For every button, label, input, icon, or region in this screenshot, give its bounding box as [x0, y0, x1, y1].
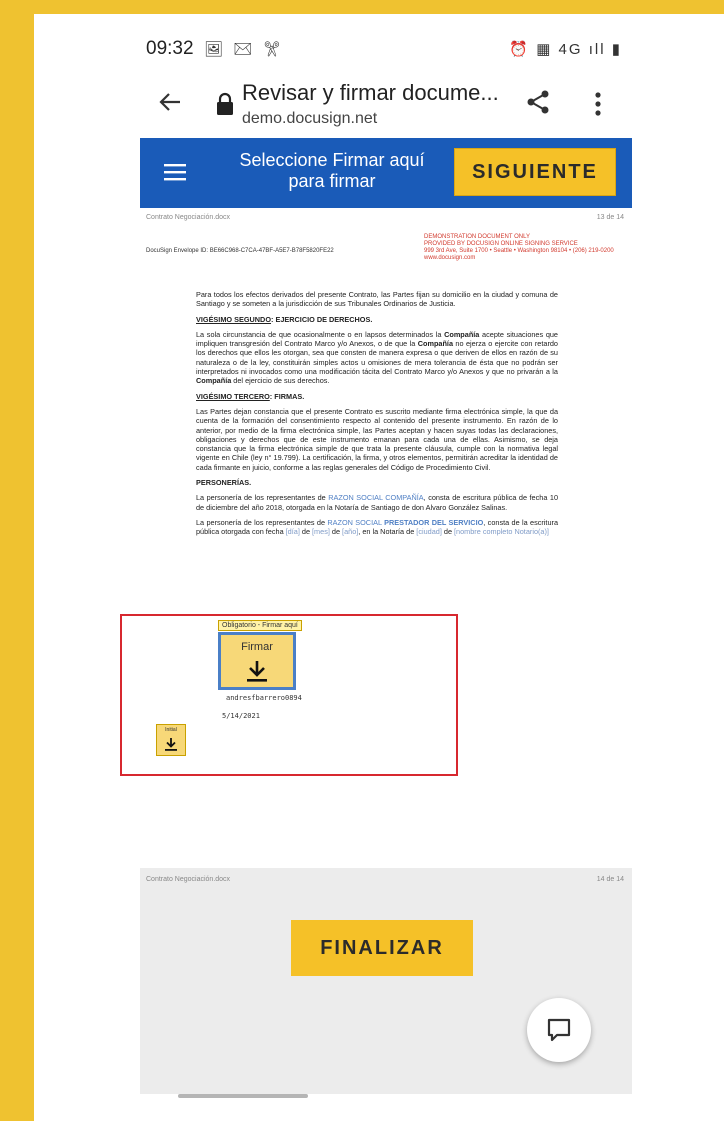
frame-left-border	[0, 0, 34, 1121]
next-button[interactable]: SIGUIENTE	[454, 148, 616, 196]
system-status-icons: ⏰ ▦ 4G ıll ▮	[509, 41, 622, 58]
next-page-indicator: 14 de 14	[596, 876, 624, 883]
hamburger-menu-icon[interactable]	[164, 162, 186, 182]
next-page-area: Contrato Negociación.docx 14 de 14 FINAL…	[140, 868, 632, 1094]
paragraph-derechos: La sola circunstancia de que ocasionalme…	[196, 330, 558, 386]
company-term: Compañía	[196, 376, 232, 386]
company-term: Compañía	[417, 339, 454, 349]
demo-notice-line: DEMONSTRATION DOCUMENT ONLY	[424, 234, 531, 240]
page-url[interactable]: demo.docusign.net	[242, 110, 377, 128]
text-run: La personería de los representantes de	[196, 517, 328, 527]
status-bar: 09:32 🖼 ✉ ✂ ⏰ ▦ 4G ıll ▮	[140, 38, 632, 62]
comments-button[interactable]	[527, 998, 591, 1062]
document-page-indicator: 13 de 14	[596, 214, 624, 221]
share-icon[interactable]	[524, 88, 552, 116]
paragraph-personeria-prestador: La personería de los representantes de R…	[196, 518, 558, 537]
docusign-action-bar: Seleccione Firmar aquí para firmar SIGUI…	[140, 138, 632, 208]
demo-notice-line: www.docusign.com	[424, 255, 476, 261]
paragraph-firmas: Las Partes dejan constancia que el prese…	[196, 406, 558, 472]
lock-icon	[217, 92, 233, 115]
company-term: Compañía	[444, 329, 480, 339]
phone-screen: 09:32 🖼 ✉ ✂ ⏰ ▦ 4G ıll ▮ Revisar y firma…	[140, 14, 632, 1121]
frame-top-border	[0, 0, 724, 14]
text-run: La personería de los representantes de	[196, 493, 329, 503]
placeholder-field: [mes]	[312, 527, 330, 537]
section-heading-title: : FIRMAS.	[269, 391, 305, 401]
text-run: de	[299, 527, 313, 537]
section-heading-number: VIGÉSIMO TERCERO	[196, 391, 270, 401]
next-page-file-name: Contrato Negociación.docx	[146, 876, 231, 883]
text-run: La sola circunstancia de que ocasionalme…	[196, 329, 445, 339]
placeholder-field: [ciudad]	[416, 527, 442, 537]
placeholder-field: RAZON SOCIAL	[327, 517, 382, 527]
demo-notice-line: 999 3rd Ave, Suite 1700 • Seattle • Wash…	[424, 248, 614, 254]
browser-toolbar: Revisar y firmar docume... demo.docusign…	[140, 78, 632, 134]
document-body: Para todos los efectos derivados del pre…	[196, 290, 558, 543]
section-heading-number: VIGÉSIMO SEGUNDO	[196, 314, 272, 324]
placeholder-field: completo Notario(a)]	[482, 527, 549, 537]
placeholder-field: [año]	[342, 527, 359, 537]
envelope-id: DocuSign Envelope ID: BE66C968-C7CA-47BF…	[146, 248, 334, 254]
placeholder-field: PRESTADOR DEL SERVICIO	[384, 517, 484, 527]
notification-icons: 🖼 ✉ ✂	[204, 41, 285, 58]
back-arrow-icon[interactable]	[156, 88, 184, 116]
text-run: del ejercicio de sus derechos.	[231, 376, 330, 386]
demo-notice-line: PROVIDED BY DOCUSIGN ONLINE SIGNING SERV…	[424, 241, 578, 247]
finish-button[interactable]: FINALIZAR	[291, 920, 473, 976]
section-heading: PERSONERÍAS.	[196, 478, 252, 488]
section-heading: VIGÉSIMO TERCERO: FIRMAS.	[196, 392, 558, 401]
document-file-name: Contrato Negociación.docx	[146, 214, 231, 221]
section-heading-title: : EJERCICIO DE DERECHOS.	[271, 314, 373, 324]
section-heading: VIGÉSIMO SEGUNDO: EJERCICIO DE DERECHOS.	[196, 315, 558, 324]
highlight-box	[120, 614, 458, 776]
placeholder-field: RAZON SOCIAL COMPAÑÍA	[328, 493, 424, 503]
text-run: de	[441, 527, 455, 537]
paragraph-domicilio: Para todos los efectos derivados del pre…	[196, 290, 558, 309]
signing-instruction: Seleccione Firmar aquí para firmar	[239, 150, 425, 191]
placeholder-field: [día]	[285, 527, 300, 537]
text-run: de	[329, 527, 343, 537]
page-title: Revisar y firmar docume...	[242, 80, 499, 105]
paragraph-personeria-compania: La personería de los representantes de R…	[196, 493, 558, 512]
gesture-nav-handle[interactable]	[178, 1094, 308, 1098]
demo-notice: DEMONSTRATION DOCUMENT ONLY PROVIDED BY …	[424, 234, 614, 262]
comment-icon	[547, 1018, 571, 1042]
placeholder-field: [nombre	[454, 527, 481, 537]
more-options-icon[interactable]	[586, 90, 610, 118]
status-time: 09:32	[146, 38, 194, 59]
text-run: , en la Notaría de	[358, 527, 417, 537]
